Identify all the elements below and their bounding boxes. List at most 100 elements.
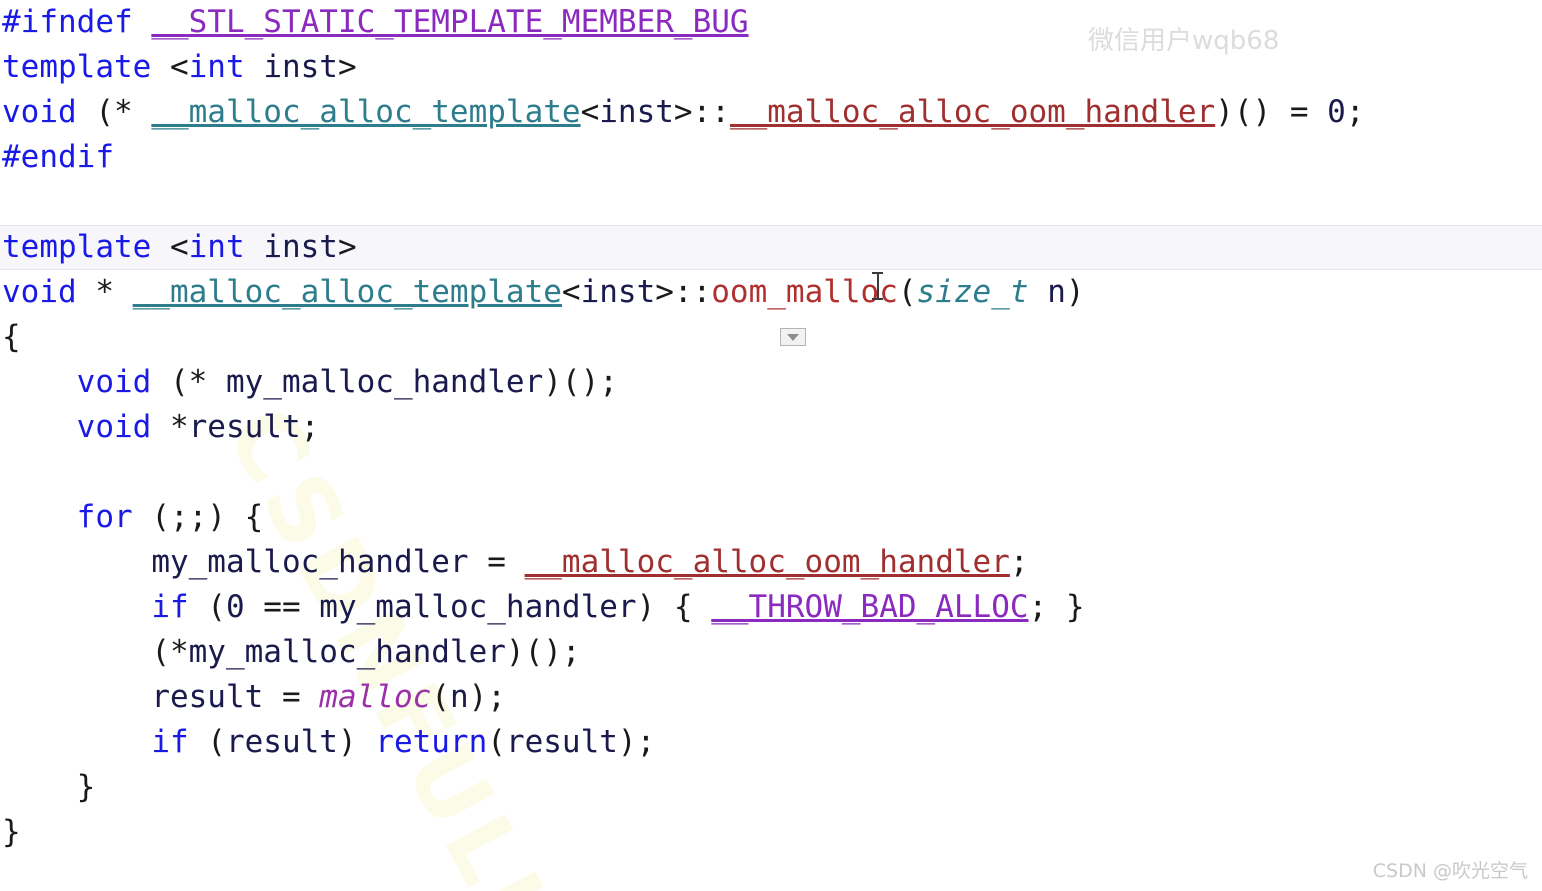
code-line[interactable]: }	[0, 765, 1542, 810]
token-member: __malloc_alloc_oom_handler	[729, 94, 1216, 130]
token-identifier: n	[449, 679, 469, 715]
token-identifier: n	[1047, 274, 1066, 310]
code-line[interactable]: #endif	[0, 135, 1542, 180]
token-punct	[1029, 274, 1048, 310]
token-punct: ) {	[636, 589, 712, 625]
token-identifier: inst	[599, 94, 674, 130]
token-punct: (	[188, 589, 226, 625]
chevron-down-icon	[787, 333, 799, 341]
token-punct: ;	[300, 409, 320, 445]
code-line-blank[interactable]	[0, 180, 1542, 225]
code-line[interactable]: void * __malloc_alloc_template<inst>::oo…	[0, 270, 1542, 315]
token-identifier: my_malloc_handler	[151, 544, 469, 580]
token-keyword: return	[375, 724, 488, 760]
token-punct: <	[580, 94, 600, 130]
token-type: __malloc_alloc_template	[151, 94, 581, 130]
ibeam-stem	[877, 274, 879, 298]
token-punct: )();	[543, 364, 618, 400]
token-punct: (;;) {	[132, 499, 264, 535]
token-punct: <	[151, 229, 189, 265]
token-identifier: my_malloc_handler	[188, 634, 506, 670]
code-line[interactable]: result = malloc(n);	[0, 675, 1542, 720]
token-identifier: result	[188, 409, 301, 445]
token-keyword: int	[188, 49, 245, 85]
code-line[interactable]: my_malloc_handler = __malloc_alloc_oom_h…	[0, 540, 1542, 585]
code-line[interactable]: void *result;	[0, 405, 1542, 450]
code-line[interactable]: if (0 == my_malloc_handler) { __THROW_BA…	[0, 585, 1542, 630]
token-punct: )	[1065, 274, 1085, 310]
code-line-blank[interactable]	[0, 450, 1542, 495]
token-punct	[245, 229, 264, 265]
token-punct: (	[188, 724, 226, 760]
token-punct: }	[2, 769, 96, 805]
code-line[interactable]: if (result) return(result);	[0, 720, 1542, 765]
token-punct: >	[337, 49, 357, 85]
token-punct: >::	[655, 274, 712, 310]
code-hint-dropdown[interactable]	[780, 328, 806, 346]
code-line[interactable]: template <int inst>	[0, 45, 1542, 90]
token-number: 0	[225, 589, 245, 625]
token-punct: >::	[673, 94, 730, 130]
token-keyword: #endif	[2, 139, 114, 175]
token-punct: );	[468, 679, 506, 715]
code-line[interactable]: void (* my_malloc_handler)();	[0, 360, 1542, 405]
token-macro: __THROW_BAD_ALLOC	[711, 589, 1029, 625]
token-identifier: inst	[263, 229, 338, 265]
token-keyword: template	[2, 229, 152, 265]
token-punct: ; }	[1028, 589, 1085, 625]
token-punct: =	[468, 544, 525, 580]
token-punct: (	[487, 724, 506, 760]
token-member: __malloc_alloc_oom_handler	[524, 544, 1010, 580]
token-keyword: #ifndef	[2, 4, 133, 40]
token-punct: ;	[1009, 544, 1029, 580]
token-identifier: my_malloc_handler	[225, 364, 544, 400]
token-keyword: void	[76, 409, 152, 445]
token-punct: {	[2, 319, 21, 355]
code-editor-viewport[interactable]: CSDNFULLLL 微信用户wqb68 #ifndef __STL_STATI…	[0, 0, 1542, 891]
token-keyword: void	[2, 94, 77, 130]
code-line[interactable]: void (* __malloc_alloc_template<inst>::_…	[0, 90, 1542, 135]
code-line[interactable]: }	[0, 810, 1542, 855]
token-punct: )();	[505, 634, 581, 670]
token-number: 0	[1327, 94, 1346, 130]
token-identifier: result	[151, 679, 264, 715]
token-identifier: result	[225, 724, 338, 760]
token-identifier: my_malloc_handler	[319, 589, 637, 625]
token-keyword: for	[76, 499, 133, 535]
token-keyword: if	[151, 589, 189, 625]
token-std-function: malloc	[319, 679, 432, 715]
token-punct: >	[337, 229, 357, 265]
code-line[interactable]: (*my_malloc_handler)();	[0, 630, 1542, 675]
code-line-current[interactable]: template <int inst>	[0, 225, 1542, 270]
token-keyword: int	[188, 229, 245, 265]
token-identifier: inst	[263, 49, 338, 85]
token-keyword: void	[76, 364, 152, 400]
token-punct: (*	[151, 634, 189, 670]
token-function: oom_malloc	[711, 274, 898, 310]
code-line[interactable]: #ifndef __STL_STATIC_TEMPLATE_MEMBER_BUG	[0, 0, 1542, 45]
code-line[interactable]: {	[0, 315, 1542, 360]
text-cursor-ibeam	[872, 272, 883, 300]
token-punct: )	[337, 724, 376, 760]
code-line[interactable]: for (;;) {	[0, 495, 1542, 540]
token-punct: <	[151, 49, 189, 85]
bottom-right-watermark: CSDN @吹光空气	[1372, 860, 1528, 882]
token-punct: (	[897, 274, 917, 310]
token-keyword: if	[151, 724, 189, 760]
code-content[interactable]: #ifndef __STL_STATIC_TEMPLATE_MEMBER_BUG…	[0, 0, 1542, 855]
token-punct: (*	[151, 364, 226, 400]
token-keyword: template	[2, 49, 152, 85]
token-punct: }	[2, 814, 21, 850]
token-type: size_t	[916, 274, 1029, 310]
token-punct: <	[561, 274, 581, 310]
token-punct: );	[617, 724, 656, 760]
token-keyword: void	[2, 274, 77, 310]
